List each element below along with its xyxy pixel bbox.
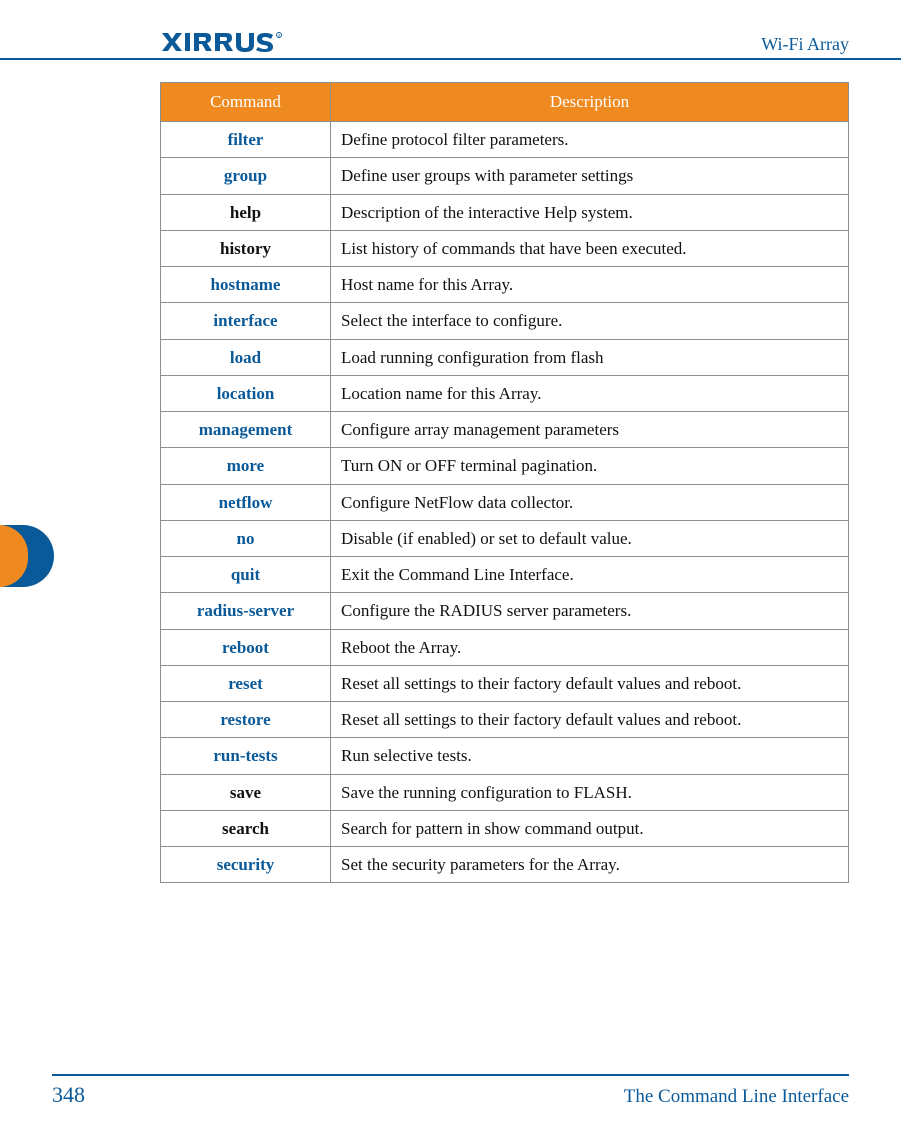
- side-thumb-tab: [0, 525, 55, 587]
- page-footer: 348 The Command Line Interface: [0, 1074, 901, 1108]
- command-link[interactable]: security: [161, 847, 331, 883]
- command-link[interactable]: group: [161, 158, 331, 194]
- command-description: Load running configuration from flash: [331, 339, 849, 375]
- command-link[interactable]: filter: [161, 122, 331, 158]
- table-row: run-testsRun selective tests.: [161, 738, 849, 774]
- table-row: saveSave the running configuration to FL…: [161, 774, 849, 810]
- command-name: save: [161, 774, 331, 810]
- header-right-text: Wi-Fi Array: [761, 34, 849, 55]
- command-description: Location name for this Array.: [331, 375, 849, 411]
- command-description: Configure the RADIUS server parameters.: [331, 593, 849, 629]
- command-description: Reboot the Array.: [331, 629, 849, 665]
- command-description: Run selective tests.: [331, 738, 849, 774]
- table-row: interfaceSelect the interface to configu…: [161, 303, 849, 339]
- command-description: Define protocol filter parameters.: [331, 122, 849, 158]
- command-description: Disable (if enabled) or set to default v…: [331, 520, 849, 556]
- table-row: resetReset all settings to their factory…: [161, 665, 849, 701]
- page-number: 348: [52, 1082, 85, 1108]
- command-description: Configure array management parameters: [331, 412, 849, 448]
- command-link[interactable]: more: [161, 448, 331, 484]
- command-description: List history of commands that have been …: [331, 230, 849, 266]
- table-header-description: Description: [331, 83, 849, 122]
- table-header-command: Command: [161, 83, 331, 122]
- table-row: loadLoad running configuration from flas…: [161, 339, 849, 375]
- table-row: netflowConfigure NetFlow data collector.: [161, 484, 849, 520]
- table-row: securitySet the security parameters for …: [161, 847, 849, 883]
- command-link[interactable]: hostname: [161, 267, 331, 303]
- table-row: filterDefine protocol filter parameters.: [161, 122, 849, 158]
- table-row: restoreReset all settings to their facto…: [161, 702, 849, 738]
- table-row: radius-serverConfigure the RADIUS server…: [161, 593, 849, 629]
- command-description: Exit the Command Line Interface.: [331, 557, 849, 593]
- table-row: moreTurn ON or OFF terminal pagination.: [161, 448, 849, 484]
- command-link[interactable]: no: [161, 520, 331, 556]
- footer-title: The Command Line Interface: [624, 1086, 849, 1108]
- command-link[interactable]: radius-server: [161, 593, 331, 629]
- command-link[interactable]: run-tests: [161, 738, 331, 774]
- command-link[interactable]: location: [161, 375, 331, 411]
- table-row: searchSearch for pattern in show command…: [161, 810, 849, 846]
- table-row: managementConfigure array management par…: [161, 412, 849, 448]
- table-row: historyList history of commands that hav…: [161, 230, 849, 266]
- brand-logo: R: [160, 30, 300, 54]
- command-name: search: [161, 810, 331, 846]
- command-description: Set the security parameters for the Arra…: [331, 847, 849, 883]
- command-description: Search for pattern in show command outpu…: [331, 810, 849, 846]
- command-link[interactable]: load: [161, 339, 331, 375]
- content-area: Command Description filterDefine protoco…: [0, 60, 901, 883]
- command-name: help: [161, 194, 331, 230]
- page-header: R Wi-Fi Array: [0, 28, 901, 60]
- table-row: helpDescription of the interactive Help …: [161, 194, 849, 230]
- command-description: Turn ON or OFF terminal pagination.: [331, 448, 849, 484]
- command-link[interactable]: reset: [161, 665, 331, 701]
- svg-text:R: R: [278, 34, 281, 38]
- table-row: rebootReboot the Array.: [161, 629, 849, 665]
- command-description: Reset all settings to their factory defa…: [331, 665, 849, 701]
- command-description: Save the running configuration to FLASH.: [331, 774, 849, 810]
- command-description: Configure NetFlow data collector.: [331, 484, 849, 520]
- command-link[interactable]: quit: [161, 557, 331, 593]
- command-link[interactable]: reboot: [161, 629, 331, 665]
- command-link[interactable]: interface: [161, 303, 331, 339]
- table-row: locationLocation name for this Array.: [161, 375, 849, 411]
- command-table-body: filterDefine protocol filter parameters.…: [161, 122, 849, 883]
- command-description: Description of the interactive Help syst…: [331, 194, 849, 230]
- command-description: Select the interface to configure.: [331, 303, 849, 339]
- command-link[interactable]: management: [161, 412, 331, 448]
- table-row: quitExit the Command Line Interface.: [161, 557, 849, 593]
- table-row: groupDefine user groups with parameter s…: [161, 158, 849, 194]
- command-table: Command Description filterDefine protoco…: [160, 82, 849, 883]
- table-row: hostnameHost name for this Array.: [161, 267, 849, 303]
- command-name: history: [161, 230, 331, 266]
- command-link[interactable]: restore: [161, 702, 331, 738]
- command-link[interactable]: netflow: [161, 484, 331, 520]
- command-description: Host name for this Array.: [331, 267, 849, 303]
- command-description: Define user groups with parameter settin…: [331, 158, 849, 194]
- command-description: Reset all settings to their factory defa…: [331, 702, 849, 738]
- table-row: noDisable (if enabled) or set to default…: [161, 520, 849, 556]
